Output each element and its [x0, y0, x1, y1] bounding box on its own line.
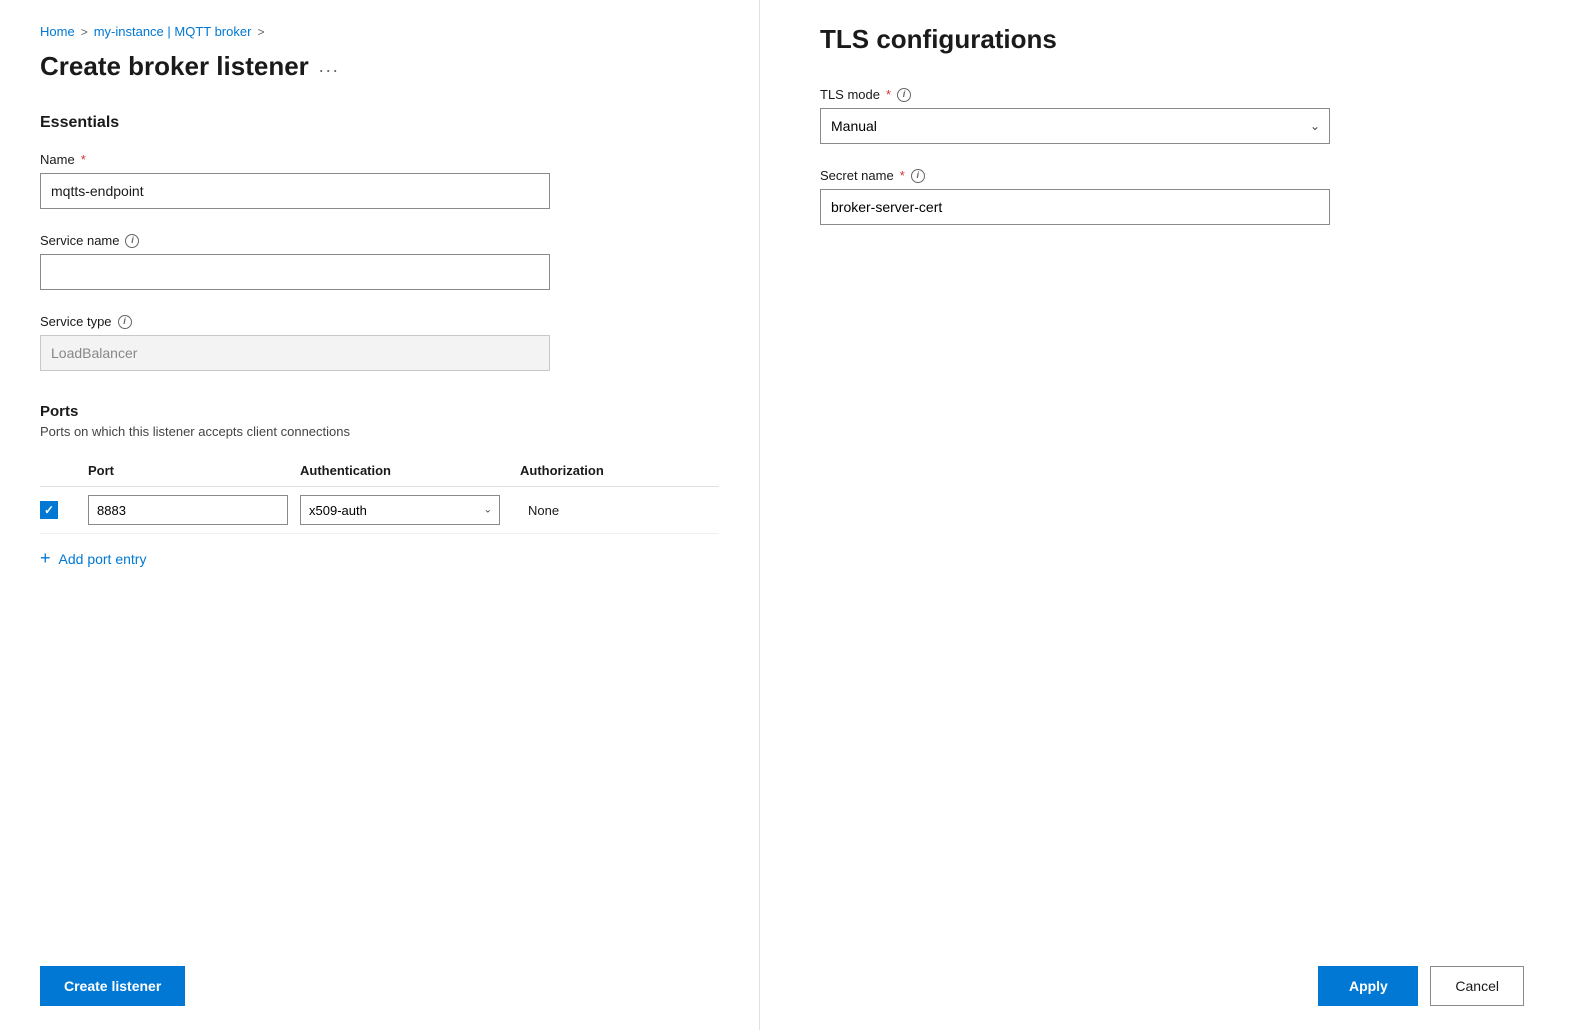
col-authz-header: Authorization [520, 463, 640, 478]
col-port-header: Port [80, 463, 300, 478]
table-row: x509-authdefault-auth ⌄ None [40, 487, 719, 534]
name-label: Name * [40, 152, 719, 167]
tls-panel-title: TLS configurations [820, 24, 1524, 55]
service-name-label: Service name i [40, 233, 719, 248]
bottom-bar: Create listener [40, 942, 719, 1006]
auth-select-wrapper: x509-authdefault-auth ⌄ [300, 495, 500, 525]
tls-mode-required: * [886, 87, 891, 102]
right-panel: TLS configurations TLS mode * i ManualAu… [760, 0, 1584, 1030]
service-type-label: Service type i [40, 314, 719, 329]
row-port-col [80, 495, 300, 525]
add-port-entry[interactable]: + Add port entry [40, 548, 719, 569]
service-type-info-icon[interactable]: i [118, 315, 132, 329]
table-header: Port Authentication Authorization [40, 455, 719, 487]
right-panel-footer: Apply Cancel [820, 942, 1524, 1006]
name-input[interactable] [40, 173, 550, 209]
add-port-label: Add port entry [59, 551, 147, 567]
secret-name-field: Secret name * i [820, 168, 1524, 225]
apply-button[interactable]: Apply [1318, 966, 1418, 1006]
tls-mode-info-icon[interactable]: i [897, 88, 911, 102]
breadcrumb-instance[interactable]: my-instance | MQTT broker [94, 24, 252, 39]
breadcrumb: Home > my-instance | MQTT broker > [40, 24, 719, 39]
ports-description: Ports on which this listener accepts cli… [40, 424, 719, 439]
service-name-field: Service name i [40, 233, 719, 290]
port-input[interactable] [88, 495, 288, 525]
row-auth-col: x509-authdefault-auth ⌄ [300, 495, 520, 525]
row-authz-col: None [520, 502, 640, 518]
tls-mode-label: TLS mode * i [820, 87, 1524, 102]
create-listener-button[interactable]: Create listener [40, 966, 185, 1006]
ports-section: Ports Ports on which this listener accep… [40, 403, 719, 569]
tls-mode-select-wrapper: ManualAutomaticDisabled ⌄ [820, 108, 1330, 144]
secret-name-required: * [900, 168, 905, 183]
page-title: Create broker listener ... [40, 51, 719, 82]
name-field: Name * [40, 152, 719, 209]
tls-mode-field: TLS mode * i ManualAutomaticDisabled ⌄ [820, 87, 1524, 144]
col-auth-header: Authentication [300, 463, 520, 478]
auth-select[interactable]: x509-authdefault-auth [300, 495, 500, 525]
title-ellipsis: ... [319, 56, 340, 77]
row-checkbox[interactable] [40, 501, 58, 519]
breadcrumb-sep2: > [257, 25, 264, 39]
page-title-text: Create broker listener [40, 51, 309, 82]
secret-name-input[interactable] [820, 189, 1330, 225]
row-checkbox-col [40, 501, 80, 519]
service-type-input [40, 335, 550, 371]
secret-name-info-icon[interactable]: i [911, 169, 925, 183]
service-type-field: Service type i [40, 314, 719, 371]
breadcrumb-sep1: > [81, 25, 88, 39]
left-panel: Home > my-instance | MQTT broker > Creat… [0, 0, 760, 1030]
secret-name-label: Secret name * i [820, 168, 1524, 183]
cancel-button[interactable]: Cancel [1430, 966, 1524, 1006]
breadcrumb-home[interactable]: Home [40, 24, 75, 39]
name-required: * [81, 152, 86, 167]
authz-value: None [520, 503, 559, 518]
tls-mode-select[interactable]: ManualAutomaticDisabled [820, 108, 1330, 144]
service-name-input[interactable] [40, 254, 550, 290]
service-name-info-icon[interactable]: i [125, 234, 139, 248]
ports-title: Ports [40, 403, 719, 420]
ports-table: Port Authentication Authorization x509-a… [40, 455, 719, 534]
essentials-section-title: Essentials [40, 114, 719, 132]
plus-icon: + [40, 548, 51, 569]
